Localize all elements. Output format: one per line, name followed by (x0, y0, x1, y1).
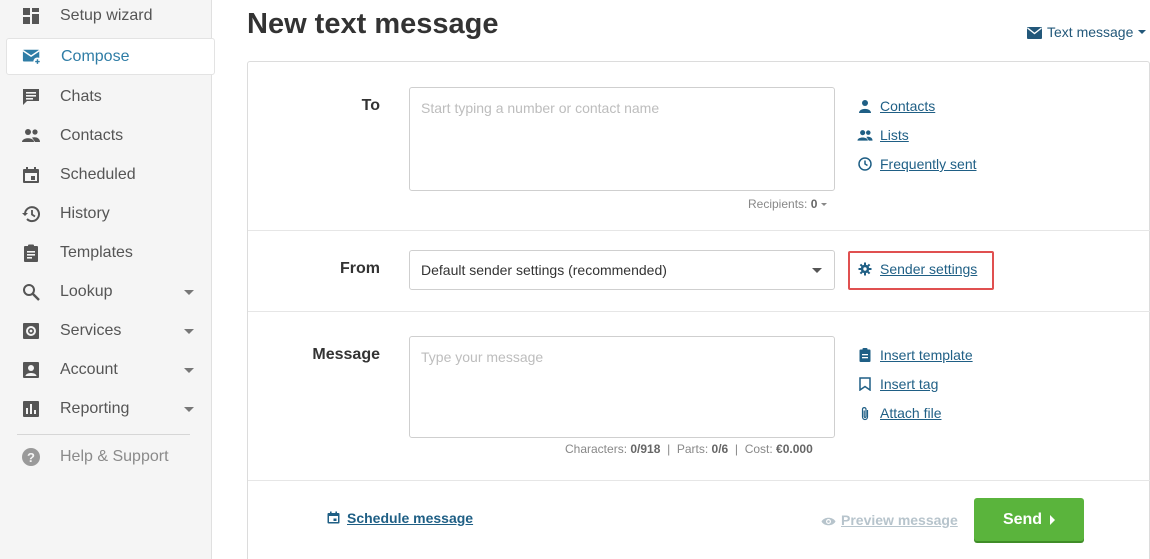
people-icon (857, 127, 873, 143)
message-type-label: Text message (1047, 24, 1134, 40)
paperclip-icon (857, 405, 873, 421)
sender-select[interactable]: Default sender settings (recommended) (409, 250, 835, 290)
help-icon: ? (21, 447, 41, 467)
preview-message-link[interactable]: Preview message (821, 512, 958, 528)
envelope-icon (1027, 26, 1042, 39)
recipients-count[interactable]: Recipients: 0 (748, 197, 828, 211)
sidebar: Setup wizard Compose Chats Contacts Sche… (0, 0, 215, 559)
sidebar-item-compose[interactable]: Compose (6, 38, 215, 75)
sidebar-item-chats[interactable]: Chats (0, 79, 212, 115)
sidebar-item-label: Scheduled (60, 166, 136, 183)
page-title: New text message (247, 8, 499, 40)
to-input[interactable]: Start typing a number or contact name (409, 87, 835, 191)
sidebar-item-label: Templates (60, 244, 133, 261)
gear-box-icon (21, 321, 41, 341)
contacts-link[interactable]: Contacts (857, 98, 935, 114)
sidebar-item-lookup[interactable]: Lookup (0, 274, 212, 310)
chat-icon (21, 87, 41, 107)
frequently-sent-link[interactable]: Frequently sent (857, 156, 977, 172)
calendar-icon (327, 511, 341, 525)
compose-mail-icon (22, 47, 42, 67)
sidebar-item-label: History (60, 205, 110, 222)
chevron-down-icon (184, 407, 194, 412)
clipboard-icon (21, 243, 41, 263)
schedule-message-link[interactable]: Schedule message (327, 510, 473, 526)
to-label: To (361, 97, 380, 114)
sidebar-item-label: Compose (61, 47, 130, 65)
message-label: Message (312, 346, 380, 363)
dashboard-icon (21, 6, 41, 26)
sidebar-item-reporting[interactable]: Reporting (0, 391, 212, 427)
sidebar-item-label: Setup wizard (60, 7, 153, 24)
svg-text:?: ? (27, 450, 35, 465)
from-label: From (340, 260, 380, 277)
send-button[interactable]: Send (974, 498, 1084, 541)
attach-file-link[interactable]: Attach file (857, 405, 941, 421)
search-icon (21, 282, 41, 302)
eye-icon (821, 514, 836, 526)
calendar-icon (21, 165, 41, 185)
sidebar-item-label: Chats (60, 88, 102, 105)
clipboard-icon (857, 347, 873, 363)
sidebar-item-label: Contacts (60, 127, 124, 144)
sidebar-item-templates[interactable]: Templates (0, 235, 212, 271)
chevron-down-icon (812, 268, 822, 273)
lists-link[interactable]: Lists (857, 127, 909, 143)
chevron-down-icon (1138, 30, 1147, 34)
clock-icon (857, 156, 873, 172)
insert-template-link[interactable]: Insert template (857, 347, 973, 363)
to-placeholder: Start typing a number or contact name (421, 100, 660, 116)
sidebar-divider (17, 434, 190, 435)
bookmark-icon (857, 376, 873, 392)
sidebar-item-help-support[interactable]: ? Help & Support (0, 439, 212, 475)
message-stats: Characters: 0/918 | Parts: 0/6 | Cost: €… (565, 442, 813, 456)
account-box-icon (21, 360, 41, 380)
bar-chart-icon (21, 399, 41, 419)
sidebar-item-label: Services (60, 322, 122, 339)
history-icon (21, 204, 41, 224)
row-divider (248, 230, 1150, 231)
chevron-down-icon (184, 329, 194, 334)
row-divider (248, 480, 1150, 481)
sidebar-item-label: Account (60, 361, 118, 378)
sidebar-item-contacts[interactable]: Contacts (0, 118, 212, 154)
person-icon (857, 98, 873, 114)
sidebar-item-label: Reporting (60, 400, 130, 417)
sidebar-item-services[interactable]: Services (0, 313, 212, 349)
sidebar-item-account[interactable]: Account (0, 352, 212, 388)
message-placeholder: Type your message (421, 349, 544, 365)
sender-select-value: Default sender settings (recommended) (421, 262, 667, 278)
message-input[interactable]: Type your message (409, 336, 835, 438)
sidebar-item-scheduled[interactable]: Scheduled (0, 157, 212, 193)
people-icon (21, 126, 41, 146)
highlight-annotation (848, 251, 994, 290)
sidebar-item-history[interactable]: History (0, 196, 212, 232)
sidebar-item-label: Lookup (60, 283, 113, 300)
chevron-down-icon (184, 290, 194, 295)
row-divider (248, 311, 1150, 312)
insert-tag-link[interactable]: Insert tag (857, 376, 938, 392)
sidebar-item-label: Help & Support (60, 448, 169, 465)
sidebar-item-setup-wizard[interactable]: Setup wizard (0, 0, 212, 34)
chevron-down-icon (184, 368, 194, 373)
message-type-dropdown[interactable]: Text message (1027, 24, 1147, 40)
chevron-right-icon (1050, 514, 1056, 525)
chevron-down-icon (821, 203, 828, 207)
